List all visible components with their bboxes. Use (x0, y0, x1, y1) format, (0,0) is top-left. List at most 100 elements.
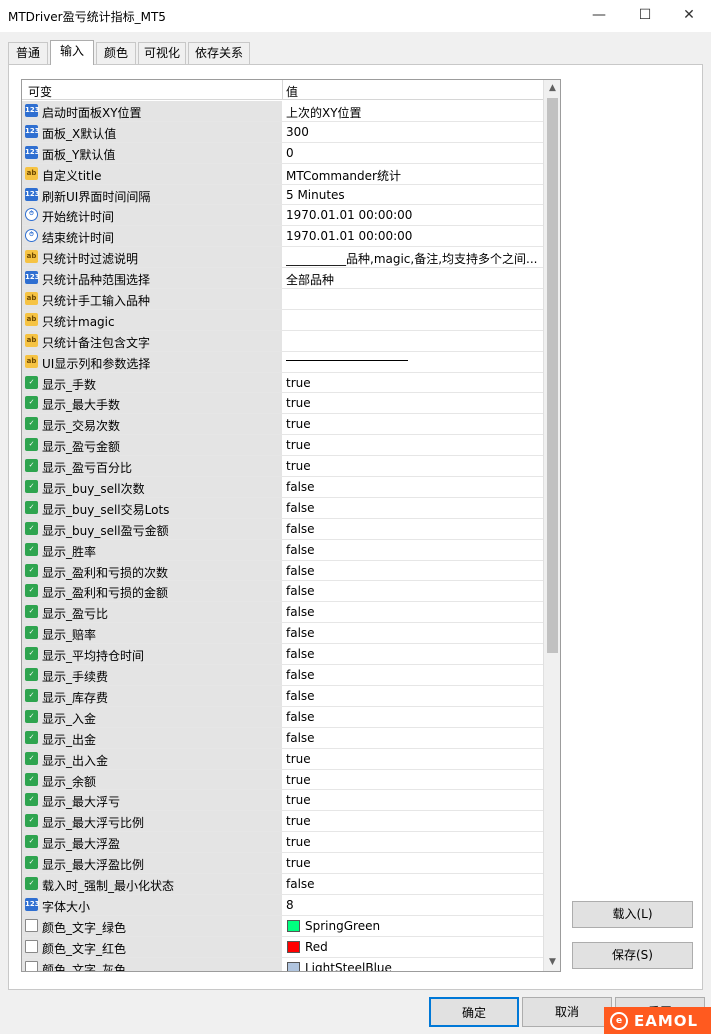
param-value-cell[interactable]: true (283, 769, 544, 790)
param-row[interactable]: ✓ 显示_平均持仓时间 false (22, 644, 544, 666)
param-value-cell[interactable]: 全部品种 (283, 268, 544, 289)
param-row[interactable]: ✓ 显示_buy_sell盈亏金额 false (22, 518, 544, 540)
param-row[interactable]: ab 自定义title MTCommander统计 (22, 163, 544, 185)
param-value-cell[interactable]: 0 (283, 142, 544, 163)
param-row[interactable]: ab 只统计备注包含文字 (22, 330, 544, 352)
param-value[interactable]: true (286, 835, 541, 849)
param-row[interactable]: 颜色_文字_灰色 LightSteelBlue (22, 957, 544, 971)
param-value-cell[interactable]: false (283, 581, 544, 602)
param-row[interactable]: ✓ 显示_盈亏金额 true (22, 435, 544, 457)
tab-dependencies[interactable]: 依存关系 (188, 42, 250, 64)
param-value[interactable]: 300 (286, 125, 541, 139)
param-value-cell[interactable]: 1970.01.01 00:00:00 (283, 205, 544, 226)
scroll-thumb[interactable] (547, 98, 558, 653)
param-value[interactable]: true (286, 438, 541, 452)
cancel-button[interactable]: 取消 (522, 997, 612, 1027)
param-row[interactable]: ✓ 显示_胜率 false (22, 539, 544, 561)
param-value[interactable]: MTCommander统计 (286, 167, 541, 184)
param-row[interactable]: 123 面板_Y默认值 0 (22, 142, 544, 164)
param-row[interactable]: ab 只统计时过滤说明 __________品种,magic,备注,均支持多个之间.… (22, 247, 544, 269)
param-row[interactable]: 颜色_文字_绿色 SpringGreen (22, 915, 544, 937)
param-value-cell[interactable]: true (283, 393, 544, 414)
param-value-cell[interactable]: false (283, 539, 544, 560)
param-value-cell[interactable] (283, 330, 544, 351)
param-value[interactable]: false (286, 522, 541, 536)
param-value-cell[interactable]: 1970.01.01 00:00:00 (283, 226, 544, 247)
param-value-cell[interactable] (283, 309, 544, 330)
param-value-cell[interactable]: __________品种,magic,备注,均支持多个之间... (283, 247, 544, 268)
param-value[interactable]: false (286, 626, 541, 640)
param-value-cell[interactable]: false (283, 560, 544, 581)
param-value-cell[interactable]: SpringGreen (283, 915, 544, 936)
param-value[interactable]: true (286, 396, 541, 410)
param-row[interactable]: ✓ 显示_出金 false (22, 727, 544, 749)
param-value[interactable]: false (286, 564, 541, 578)
param-value-cell[interactable]: false (283, 644, 544, 665)
param-value[interactable]: true (286, 814, 541, 828)
param-value-cell[interactable]: true (283, 414, 544, 435)
param-row[interactable]: ✓ 显示_最大手数 true (22, 393, 544, 415)
param-row[interactable]: ✓ 显示_手续费 false (22, 665, 544, 686)
param-row[interactable]: ✓ 显示_最大浮亏比例 true (22, 811, 544, 833)
minimize-icon[interactable]: — (576, 0, 622, 30)
param-value-cell[interactable]: 5 Minutes (283, 184, 544, 205)
param-value[interactable]: true (286, 459, 541, 473)
param-value[interactable]: LightSteelBlue (305, 961, 560, 971)
param-value[interactable]: false (286, 480, 541, 494)
tab-visualization[interactable]: 可视化 (138, 42, 186, 64)
param-value[interactable]: 1970.01.01 00:00:00 (286, 229, 541, 243)
param-row[interactable]: ✓ 显示_出入金 true (22, 748, 544, 770)
param-value-cell[interactable]: true (283, 853, 544, 873)
param-row[interactable]: ✓ 显示_入金 false (22, 706, 544, 728)
param-row[interactable]: ab UI显示列和参数选择 (22, 351, 544, 373)
save-button[interactable]: 保存(S) (572, 942, 693, 969)
vertical-scrollbar[interactable]: ▲ ▼ (543, 80, 560, 971)
param-value[interactable]: true (286, 793, 541, 807)
param-value[interactable]: SpringGreen (305, 919, 560, 933)
param-row[interactable]: 123 启动时面板XY位置 上次的XY位置 (22, 101, 544, 122)
param-value[interactable]: true (286, 856, 541, 870)
param-value-cell[interactable]: 上次的XY位置 (283, 101, 544, 121)
param-value[interactable]: false (286, 605, 541, 619)
param-value[interactable]: false (286, 647, 541, 661)
param-value-cell[interactable]: MTCommander统计 (283, 163, 544, 184)
param-value-cell[interactable]: false (283, 602, 544, 623)
param-value-cell[interactable]: false (283, 706, 544, 727)
param-value[interactable]: 5 Minutes (286, 188, 541, 202)
param-value-cell[interactable] (283, 289, 544, 309)
param-value-cell[interactable]: true (283, 811, 544, 832)
param-value-cell[interactable]: LightSteelBlue (283, 957, 544, 971)
param-value-cell[interactable]: true (283, 456, 544, 477)
tab-colors[interactable]: 颜色 (96, 42, 136, 64)
param-value[interactable]: true (286, 417, 541, 431)
param-row[interactable]: ✓ 显示_buy_sell次数 false (22, 477, 544, 498)
param-row[interactable]: ab 只统计手工输入品种 (22, 289, 544, 310)
param-row[interactable]: ab 只统计magic (22, 309, 544, 331)
param-value-cell[interactable]: true (283, 790, 544, 811)
param-row[interactable]: ✓ 显示_余额 true (22, 769, 544, 791)
param-value[interactable]: false (286, 543, 541, 557)
param-value[interactable]: true (286, 773, 541, 787)
param-value[interactable]: 全部品种 (286, 271, 541, 288)
param-value-cell[interactable]: false (283, 727, 544, 748)
param-value[interactable]: 0 (286, 146, 541, 160)
ok-button[interactable]: 确定 (429, 997, 519, 1027)
param-value[interactable]: true (286, 376, 541, 390)
param-row[interactable]: 123 面板_X默认值 300 (22, 121, 544, 143)
param-value-cell[interactable]: false (283, 623, 544, 644)
param-row[interactable]: ✓ 显示_盈亏比 false (22, 602, 544, 624)
tab-inputs[interactable]: 输入 (50, 40, 94, 65)
param-row[interactable]: ✓ 显示_交易次数 true (22, 414, 544, 436)
param-row[interactable]: 123 刷新UI界面时间间隔 5 Minutes (22, 184, 544, 206)
param-value-cell[interactable]: true (283, 435, 544, 456)
param-value[interactable]: false (286, 501, 541, 515)
close-icon[interactable]: ✕ (666, 0, 711, 30)
param-value-cell[interactable]: 8 (283, 894, 544, 915)
param-value[interactable]: 上次的XY位置 (286, 104, 541, 121)
param-row[interactable]: ⏱ 结束统计时间 1970.01.01 00:00:00 (22, 226, 544, 248)
param-value[interactable]: 1970.01.01 00:00:00 (286, 208, 541, 222)
load-button[interactable]: 载入(L) (572, 901, 693, 928)
param-row[interactable]: 123 字体大小 8 (22, 894, 544, 916)
param-row[interactable]: ✓ 显示_最大浮盈比例 true (22, 853, 544, 874)
param-row[interactable]: 123 只统计品种范围选择 全部品种 (22, 268, 544, 290)
